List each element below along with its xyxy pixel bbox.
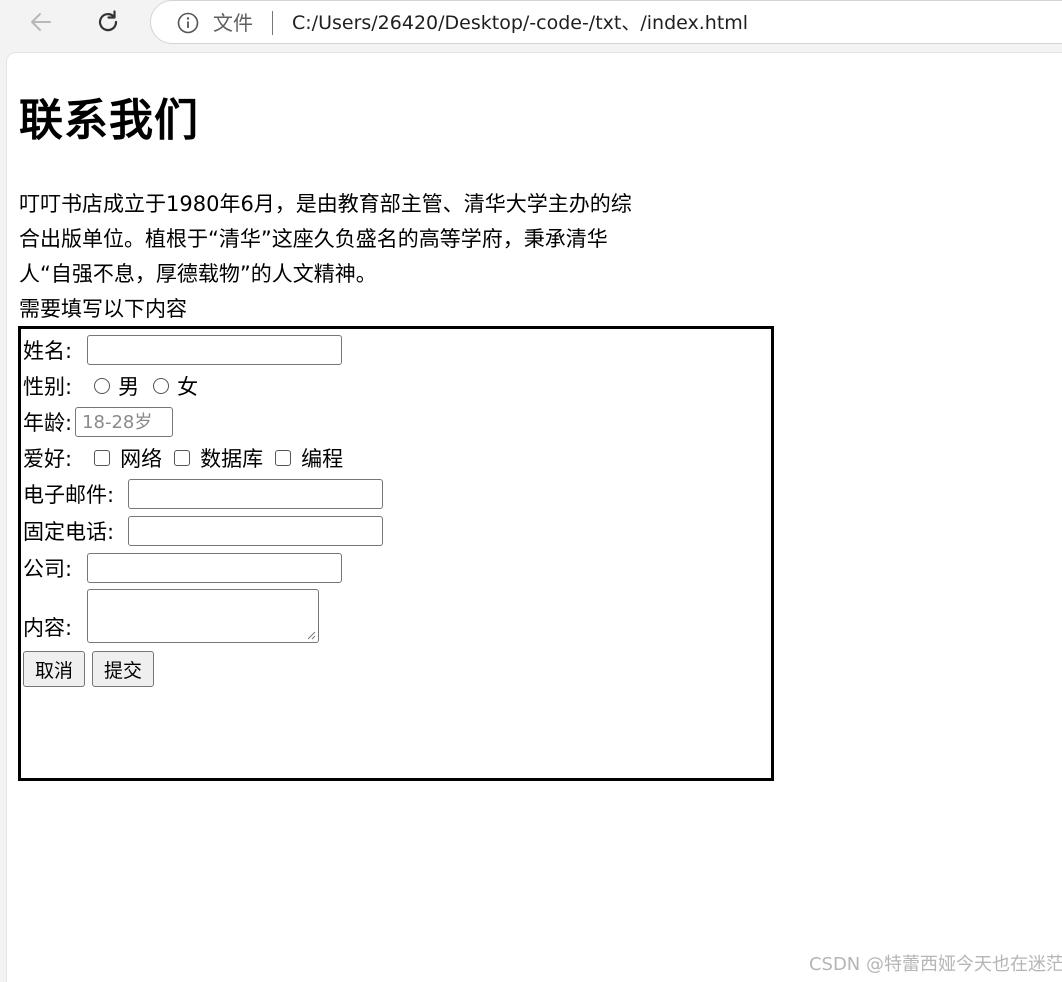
browser-toolbar: 文件 C:/Users/26420/Desktop/-code-/txt、/in…: [0, 0, 1062, 52]
csdn-watermark: CSDN @特蕾西娅今天也在迷茫: [808, 954, 1062, 975]
company-label: 公司:: [23, 557, 73, 581]
hobby-database-checkbox[interactable]: [174, 450, 191, 466]
age-input[interactable]: [75, 407, 174, 437]
gender-male-label[interactable]: 男: [118, 371, 139, 401]
name-row: 姓名:: [23, 333, 343, 367]
address-bar[interactable]: 文件 C:/Users/26420/Desktop/-code-/txt、/in…: [150, 0, 1062, 44]
gender-female-label[interactable]: 女: [177, 371, 198, 401]
arrow-left-icon: [31, 13, 51, 31]
page-viewport: 联系我们 叮叮书店成立于1980年6月，是由教育部主管、清华大学主办的综合出版单…: [6, 52, 1062, 982]
page-title: 联系我们: [19, 95, 199, 146]
gender-female-radio[interactable]: [153, 378, 170, 394]
intro-paragraph: 叮叮书店成立于1980年6月，是由教育部主管、清华大学主办的综合出版单位。植根于…: [19, 192, 632, 286]
hobby-network-checkbox[interactable]: [94, 450, 111, 466]
hobby-database-label[interactable]: 数据库: [200, 443, 263, 473]
file-scheme-label: 文件: [213, 11, 253, 35]
contact-form: 姓名: 性别: 男 女 年龄: 爱好: 网络 数据库 编程 电子邮件:: [18, 326, 774, 781]
content-textarea[interactable]: [87, 589, 320, 643]
hobby-label: 爱好:: [23, 447, 73, 471]
content-label: 内容:: [23, 616, 73, 640]
resize-grip-icon[interactable]: [307, 631, 316, 640]
name-input[interactable]: [87, 335, 343, 365]
gender-label: 性别:: [23, 375, 73, 399]
hobby-network-label[interactable]: 网络: [120, 443, 162, 473]
cancel-button[interactable]: 取消: [23, 651, 86, 687]
company-input[interactable]: [87, 553, 343, 583]
reload-button[interactable]: [91, 5, 125, 39]
hobby-programming-label[interactable]: 编程: [301, 443, 343, 473]
phone-row: 固定电话:: [23, 514, 384, 548]
company-row: 公司:: [23, 551, 343, 585]
age-label: 年龄:: [23, 411, 73, 435]
gender-male-radio[interactable]: [94, 378, 111, 394]
back-button[interactable]: [24, 5, 58, 39]
hobby-row: 爱好: 网络 数据库 编程: [23, 441, 343, 475]
email-label: 电子邮件:: [23, 483, 115, 507]
content-row: 内容:: [23, 587, 320, 643]
form-caption: 需要填写以下内容: [19, 297, 187, 321]
reload-icon: [98, 10, 118, 32]
submit-button[interactable]: 提交: [92, 651, 155, 687]
address-separator: [272, 11, 273, 35]
phone-input[interactable]: [128, 516, 384, 546]
gender-row: 性别: 男 女: [23, 369, 198, 403]
phone-label: 固定电话:: [23, 520, 115, 544]
age-row: 年龄:: [23, 405, 174, 439]
email-row: 电子邮件:: [23, 477, 384, 511]
url-text[interactable]: C:/Users/26420/Desktop/-code-/txt、/index…: [292, 11, 748, 35]
info-icon[interactable]: [177, 12, 199, 34]
name-label: 姓名:: [23, 339, 73, 363]
email-input[interactable]: [128, 479, 384, 509]
hobby-programming-checkbox[interactable]: [275, 450, 292, 466]
